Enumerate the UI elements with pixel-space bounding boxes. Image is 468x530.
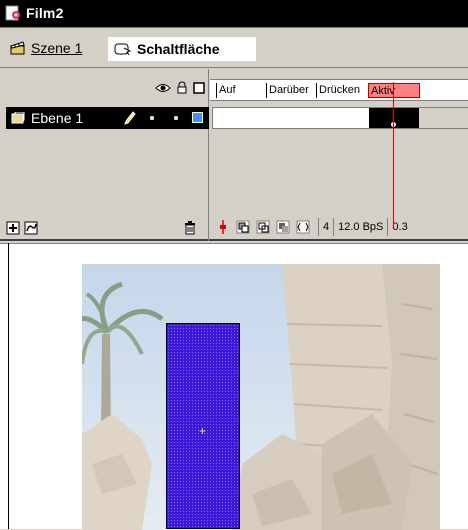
- frame-label-hit[interactable]: Aktiv: [368, 83, 420, 98]
- center-frame-icon[interactable]: [216, 220, 230, 234]
- pencil-icon[interactable]: [124, 111, 136, 125]
- lock-icon[interactable]: [176, 81, 188, 94]
- symbol-label: Schaltfläche: [137, 41, 220, 57]
- visibility-dot[interactable]: [150, 116, 154, 120]
- layer-footer: [0, 215, 209, 239]
- symbol-crumb[interactable]: Schaltfläche: [108, 37, 256, 61]
- button-hit-area-shape[interactable]: +: [166, 323, 240, 529]
- window-title: Film2: [26, 5, 64, 21]
- frame-label-down[interactable]: Drücken: [316, 83, 368, 98]
- stage-edge: [8, 243, 9, 529]
- timeline-footer: 4 12.0 BpS 0.3: [210, 215, 468, 239]
- breadcrumb: Szene 1 Schaltfläche: [0, 29, 468, 68]
- playhead[interactable]: [393, 82, 394, 227]
- frame-ruler: Auf Darüber Drücken Aktiv: [210, 79, 468, 101]
- lock-dot[interactable]: [174, 116, 178, 120]
- layer-name: Ebene 1: [31, 110, 84, 126]
- trash-icon[interactable]: [184, 221, 196, 235]
- add-layer-icon[interactable]: [6, 221, 20, 235]
- current-frame-field: 4: [318, 218, 333, 236]
- onion-skin-icon[interactable]: [236, 220, 250, 234]
- layer-icon: [11, 112, 25, 124]
- elapsed-time-field: 0.3: [387, 218, 411, 236]
- onion-skin-outlines-icon[interactable]: [256, 220, 270, 234]
- layer-header: [0, 79, 209, 99]
- layer-row[interactable]: Ebene 1: [6, 107, 209, 129]
- eye-icon[interactable]: [155, 82, 171, 94]
- frame-rate-field: 12.0 BpS: [333, 218, 387, 236]
- title-bar[interactable]: Film2: [0, 0, 468, 28]
- empty-frames: [419, 108, 468, 128]
- scene-label: Szene 1: [31, 40, 83, 56]
- registration-point-icon: +: [199, 424, 207, 438]
- outline-square-icon[interactable]: [193, 81, 205, 94]
- add-guide-layer-icon[interactable]: [24, 221, 38, 235]
- frame-label-up[interactable]: Auf: [216, 83, 262, 98]
- frame-panel: Auf Darüber Drücken Aktiv 4 12.0 BpS 0.3: [210, 69, 468, 241]
- layer-panel: Ebene 1: [0, 69, 209, 241]
- frame-row[interactable]: [212, 107, 468, 129]
- flash-document-icon: [5, 5, 20, 21]
- layer-outline-color[interactable]: [192, 112, 203, 123]
- modify-onion-markers-icon[interactable]: [296, 220, 310, 234]
- edit-multiple-frames-icon[interactable]: [276, 220, 290, 234]
- timeline-panel: Ebene 1 Auf Darüber Drücken Aktiv 4 12.0…: [0, 69, 468, 241]
- button-symbol-icon: [114, 43, 132, 56]
- frame-label-over[interactable]: Darüber: [266, 83, 316, 98]
- temple-photo[interactable]: [82, 264, 440, 530]
- flash-window: Film2 Szene 1 Schaltfläche Ebene 1 Auf D…: [0, 0, 468, 530]
- scene-clapper-icon: [10, 41, 25, 55]
- scene-link[interactable]: Szene 1: [10, 37, 82, 59]
